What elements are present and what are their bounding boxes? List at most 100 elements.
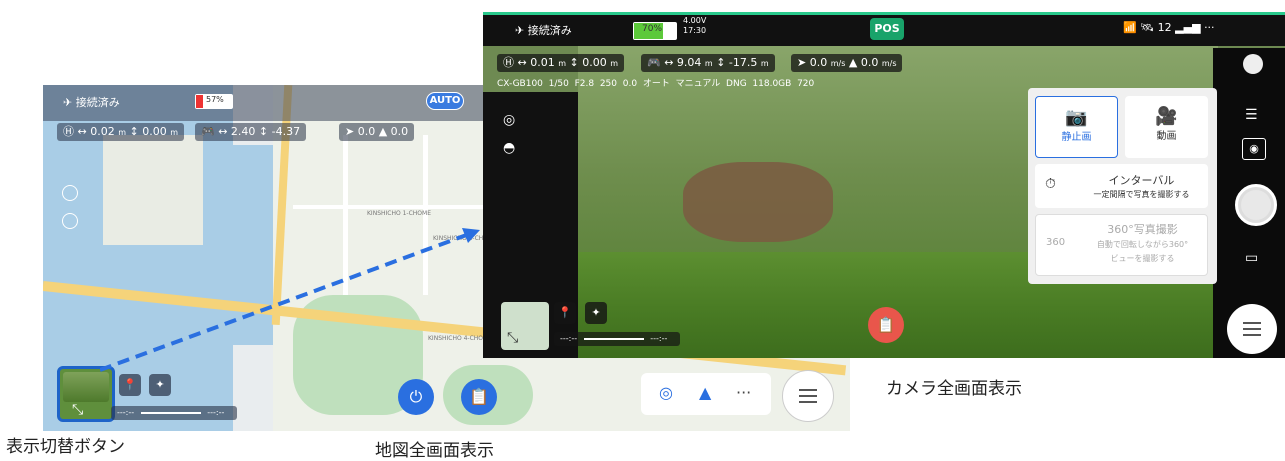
- exposure: 0.0: [622, 79, 638, 89]
- slider-end: ---:--: [650, 334, 668, 343]
- locate-icon[interactable]: ◎: [659, 383, 673, 402]
- camera-feed-object: [683, 162, 833, 242]
- battery-voltage: 4.00V: [683, 16, 707, 25]
- collapse-icon: ⤡: [72, 402, 84, 418]
- map-view-caption: 地図全画面表示: [375, 441, 494, 461]
- capture-mode-panel: 📷 静止画 🎥 動画 ⏱ インターバル 一定間隔で写真を撮影する 360 360…: [1028, 88, 1217, 284]
- telemetry-bar: Ⓗ ↔ 0.02 m ↕ 0.00 m 🎮 ↔ 2.40 ↕ -4.37 ➤ 0…: [43, 121, 483, 143]
- unit: m: [610, 59, 619, 68]
- iso: 250: [599, 79, 618, 89]
- menu-line: [1243, 328, 1261, 330]
- controller-altitude: ↕ -17.5: [716, 56, 758, 69]
- satellite-count: 12: [1157, 21, 1172, 34]
- return-home-button[interactable]: ⏻: [398, 379, 434, 415]
- slider-track: [140, 411, 201, 414]
- speed-telemetry: ➤ 0.0 m/s ▲ 0.0 m/s: [791, 54, 903, 72]
- slider-end: ---:--: [207, 408, 225, 417]
- menu-line: [799, 401, 817, 403]
- slider-track: [583, 337, 644, 340]
- collapse-icon: ⤡: [507, 330, 519, 346]
- focus-mode: マニュアル: [675, 79, 721, 89]
- home-telemetry: Ⓗ ↔ 0.01 m ↕ 0.00 m: [497, 54, 625, 72]
- video-mode-label: 動画: [1156, 131, 1177, 142]
- switch-button-caption: 表示切替ボタン: [6, 437, 125, 457]
- battery-indicator: 57%: [195, 94, 233, 109]
- menu-line: [1243, 322, 1261, 324]
- wifi-icon: 📶: [1123, 21, 1137, 34]
- home-distance: ↔ 0.02: [77, 125, 115, 138]
- flight-time: 17:30: [683, 26, 707, 35]
- battery-voltage-time: 4.00V 17:30: [683, 16, 706, 36]
- controller-telemetry: 🎮 ↔ 9.04 m ↕ -17.5 m: [641, 54, 775, 72]
- connection-status: ✈ 接続済み: [515, 22, 572, 38]
- unit: m/s: [881, 59, 897, 68]
- connection-label: 接続済み: [75, 96, 120, 109]
- pano-mode-tile[interactable]: 360 360°写真撮影 自動で回転しながら360° ビューを撮影する: [1035, 214, 1208, 276]
- home-icon: Ⓗ: [503, 56, 514, 69]
- vertical-speed: ▲ 0.0: [848, 56, 879, 69]
- camera-view-caption: カメラ全画面表示: [886, 379, 1022, 399]
- interval-title: インターバル: [1108, 174, 1175, 187]
- still-mode-tile[interactable]: 📷 静止画: [1035, 96, 1118, 158]
- location-pin-button[interactable]: 📍: [554, 302, 576, 324]
- video-mode-tile[interactable]: 🎥 動画: [1125, 96, 1208, 158]
- map-menu-button[interactable]: [782, 370, 834, 422]
- target-button[interactable]: ✦: [149, 374, 171, 396]
- playback-slider[interactable]: ---:-- ---:--: [111, 406, 237, 420]
- camera-switch-icon[interactable]: ◉: [1242, 138, 1266, 160]
- compass-icon[interactable]: [62, 213, 78, 229]
- interval-mode-tile[interactable]: ⏱ インターバル 一定間隔で写真を撮影する: [1035, 164, 1208, 208]
- unit: m: [558, 59, 567, 68]
- video-resolution: 720: [797, 79, 815, 89]
- more-icon[interactable]: ···: [736, 383, 751, 402]
- interval-desc: 一定間隔で写真を撮影する: [1093, 190, 1190, 199]
- slider-start: ---:--: [117, 408, 135, 417]
- unit: m: [118, 128, 127, 137]
- more-icon[interactable]: ···: [1204, 21, 1215, 34]
- target-button[interactable]: ✦: [585, 302, 607, 324]
- view-switch-button[interactable]: ⤡: [501, 302, 549, 350]
- menu-line: [799, 395, 817, 397]
- compass-icon[interactable]: ◓: [503, 140, 515, 156]
- camera-menu-button[interactable]: [1227, 304, 1277, 354]
- controller-icon: 🎮: [201, 125, 215, 138]
- unit: m: [170, 128, 179, 137]
- storage-remaining: 118.0GB: [752, 79, 792, 89]
- speed-telemetry: ➤ 0.0 ▲ 0.0: [339, 123, 415, 141]
- controller-distance: ↔ 9.04: [664, 56, 702, 69]
- flight-mode-badge: AUTO: [426, 92, 464, 110]
- checklist-button[interactable]: 📋: [461, 379, 497, 415]
- battery-indicator: 70%: [633, 22, 677, 40]
- menu-line: [1243, 334, 1261, 336]
- compass-north-icon[interactable]: ▲: [699, 383, 711, 402]
- home-icon: Ⓗ: [63, 125, 74, 138]
- horizontal-speed: ➤ 0.0: [345, 125, 376, 138]
- gimbal-icon[interactable]: [62, 185, 78, 201]
- vertical-speed: ▲ 0.0: [378, 125, 409, 138]
- signal-status: 📶 🛰 12 ▂▄▆ ···: [1123, 21, 1215, 34]
- pano-desc-2: ビューを撮影する: [1110, 254, 1175, 263]
- settings-sliders-icon[interactable]: ☰: [1245, 107, 1258, 123]
- playback-slider[interactable]: ---:-- ---:--: [554, 332, 680, 346]
- notification-button[interactable]: [1243, 54, 1263, 74]
- drone-icon: ✈: [515, 24, 525, 37]
- still-mode-label: 静止画: [1061, 132, 1092, 143]
- shutter-button[interactable]: [1235, 184, 1277, 226]
- gimbal-icon[interactable]: ◎: [503, 112, 515, 128]
- camera-settings-line: CX-GB100 1/50 F2.8 250 0.0 オート マニュアル DNG…: [497, 76, 997, 90]
- checklist-button[interactable]: 📋: [868, 307, 904, 343]
- shutter-speed: 1/50: [548, 79, 569, 89]
- location-pin-button[interactable]: 📍: [119, 374, 141, 396]
- horizontal-speed: ➤ 0.0: [797, 56, 828, 69]
- pano-desc-1: 自動で回転しながら360°: [1096, 240, 1189, 249]
- map-label: KINSHICHO 1-CHOME: [367, 210, 431, 217]
- home-altitude: ↕ 0.00: [129, 125, 167, 138]
- map-nav-controls: ◎ ▲ ···: [641, 373, 771, 415]
- image-format: DNG: [726, 79, 747, 89]
- signal-bars-icon: ▂▄▆: [1175, 21, 1201, 34]
- camera-fullscreen-view: ✈ 接続済み 70% 4.00V 17:30 POS 📶 🛰 12 ▂▄▆ ··…: [483, 12, 1285, 358]
- gallery-icon[interactable]: ▭: [1245, 250, 1258, 266]
- home-altitude: ↕ 0.00: [569, 56, 607, 69]
- aperture: F2.8: [574, 79, 595, 89]
- drone-icon: ✈: [63, 96, 73, 109]
